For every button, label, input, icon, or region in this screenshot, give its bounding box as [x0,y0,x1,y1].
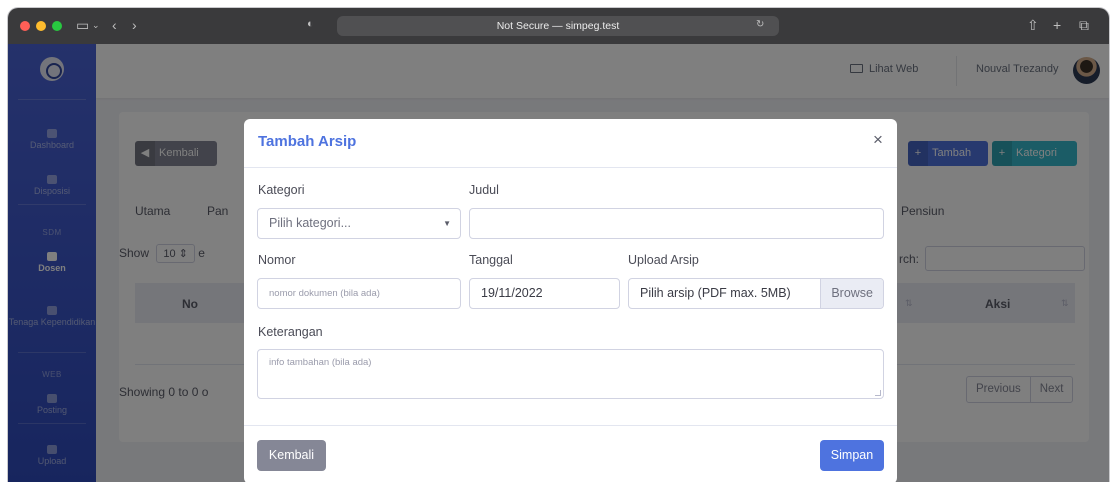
upload-arsip-label: Upload Arsip [628,253,699,267]
new-tab-icon[interactable]: + [1053,17,1061,33]
browser-window: ▭ ⌄ ‹ › ◐ Not Secure — simpeg.test ↻ ⇧ +… [8,8,1109,482]
caret-down-icon: ▼ [443,219,451,228]
address-bar[interactable]: Not Secure — simpeg.test [337,16,779,36]
simpan-button[interactable]: Simpan [820,440,884,471]
modal-divider [244,425,897,426]
reload-icon[interactable]: ↻ [756,19,764,30]
tanggal-label: Tanggal [469,253,513,267]
resize-handle-icon[interactable] [875,390,881,396]
keterangan-textarea[interactable]: info tambahan (bila ada) [257,349,884,399]
modal-divider [244,167,897,168]
upload-arsip-input[interactable]: Pilih arsip (PDF max. 5MB) Browse [628,278,884,309]
share-icon[interactable]: ⇧ [1027,17,1039,34]
browse-button[interactable]: Browse [820,279,883,308]
keterangan-placeholder: info tambahan (bila ada) [269,357,372,368]
kembali-button[interactable]: Kembali [257,440,326,471]
privacy-shield-icon[interactable]: ◐ [307,18,314,30]
kategori-select[interactable]: Pilih kategori... ▼ [257,208,461,239]
modal-title: Tambah Arsip [258,133,357,150]
nomor-label: Nomor [258,253,296,267]
forward-arrow-icon[interactable]: › [132,17,137,33]
close-window-button[interactable] [20,21,30,31]
kategori-select-value: Pilih kategori... [269,216,351,230]
kategori-label: Kategori [258,183,305,197]
browser-toolbar: ▭ ⌄ ‹ › ◐ Not Secure — simpeg.test ↻ ⇧ +… [8,8,1109,44]
close-icon[interactable]: × [873,130,883,150]
tab-overview-icon[interactable]: ⧉ [1079,17,1089,34]
judul-label: Judul [469,183,499,197]
sidebar-toggle-icon[interactable]: ▭ [76,17,89,34]
tambah-arsip-modal: Tambah Arsip × Kategori Pilih kategori..… [244,119,897,482]
judul-input[interactable] [469,208,884,239]
tanggal-input[interactable]: 19/11/2022 [469,278,620,309]
nomor-input[interactable]: nomor dokumen (bila ada) [257,278,461,309]
back-arrow-icon[interactable]: ‹ [112,17,117,33]
upload-arsip-value: Pilih arsip (PDF max. 5MB) [640,286,791,300]
zoom-window-button[interactable] [52,21,62,31]
chevron-down-icon[interactable]: ⌄ [92,20,100,31]
keterangan-label: Keterangan [258,325,323,339]
minimize-window-button[interactable] [36,21,46,31]
